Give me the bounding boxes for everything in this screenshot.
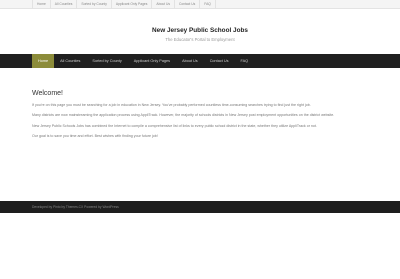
top-nav-all-counties[interactable]: All Counties: [51, 0, 78, 9]
footer: Developed by Pinto by Themes.CX Powered …: [0, 201, 400, 213]
main-nav-faq[interactable]: FAQ: [234, 54, 254, 68]
main-nav: Home All Counties Sorted by County Appli…: [0, 54, 400, 68]
top-nav-home[interactable]: Home: [32, 0, 51, 9]
content-paragraph: New Jersey Public Schools Jobs has combi…: [32, 123, 317, 128]
main-nav-home[interactable]: Home: [32, 54, 55, 68]
main-nav-items: Home All Counties Sorted by County Appli…: [32, 54, 254, 68]
main-nav-about-us[interactable]: About Us: [176, 54, 204, 68]
main-nav-sorted-by-county[interactable]: Sorted by County: [86, 54, 127, 68]
main-nav-contact-us[interactable]: Contact Us: [204, 54, 235, 68]
content-paragraph: Many districts are now mainstreaming the…: [32, 113, 335, 118]
site-title[interactable]: New Jersey Public School Jobs: [0, 27, 400, 34]
top-nav-faq[interactable]: FAQ: [200, 0, 216, 9]
content-paragraph: If you're on this page you must be searc…: [32, 103, 311, 107]
top-bar: Home All Counties Sorted by County Appli…: [0, 0, 400, 9]
top-nav-sorted-by-county[interactable]: Sorted by County: [77, 0, 112, 9]
top-nav: Home All Counties Sorted by County Appli…: [32, 0, 216, 9]
site-tagline: The Educator's Portal to Employment: [165, 37, 235, 42]
footer-credits: Developed by Pinto by Themes.CX Powered …: [32, 205, 119, 209]
page-title: Welcome!: [32, 90, 63, 97]
top-nav-about-us[interactable]: About Us: [152, 0, 175, 9]
main-nav-applicant-only-pages[interactable]: Applicant Only Pages: [128, 54, 176, 68]
top-nav-applicant-only-pages[interactable]: Applicant Only Pages: [112, 0, 153, 9]
content-paragraph: Our goal is to save you time and effort.…: [32, 133, 158, 138]
main-nav-all-counties[interactable]: All Counties: [54, 54, 86, 68]
top-nav-contact-us[interactable]: Contact Us: [175, 0, 201, 9]
main-content: Welcome! If you're on this page you must…: [32, 90, 372, 144]
